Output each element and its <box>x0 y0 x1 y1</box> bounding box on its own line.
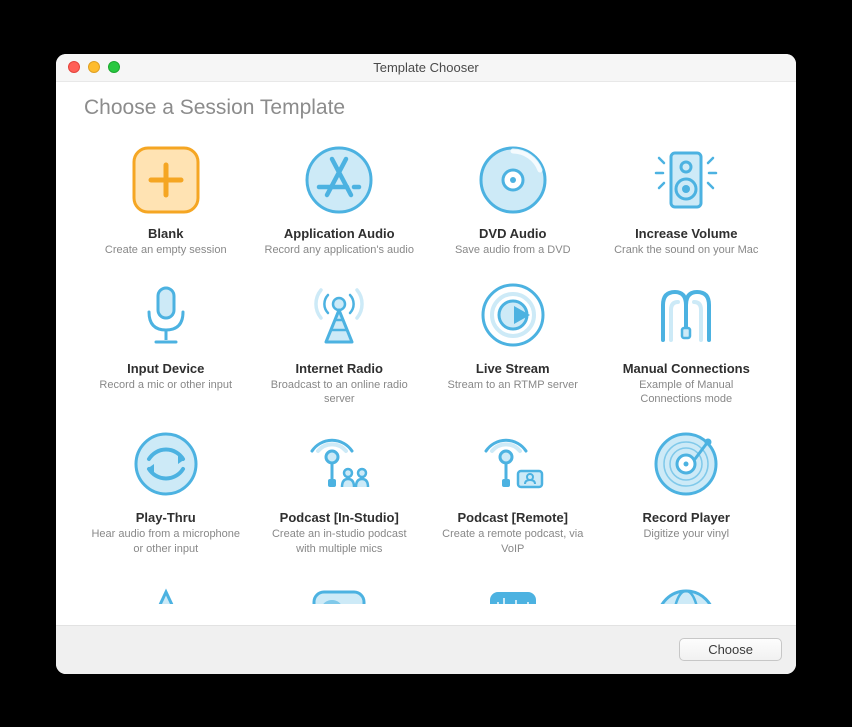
app-store-icon <box>303 144 375 216</box>
template-podcast-remote[interactable]: Podcast [Remote] Create a remote podcast… <box>431 424 595 560</box>
template-title: Application Audio <box>284 226 395 241</box>
play-thru-icon <box>130 428 202 500</box>
podcast-remote-icon <box>477 428 549 500</box>
stream-icon <box>477 279 549 351</box>
template-chooser-window: Template Chooser Choose a Session Templa… <box>56 54 796 674</box>
window-title: Template Chooser <box>56 60 796 75</box>
template-manual-connections[interactable]: Manual Connections Example of Manual Con… <box>605 275 769 411</box>
radio-tower-icon <box>303 279 375 351</box>
template-increase-volume[interactable]: Increase Volume Crank the sound on your … <box>605 140 769 261</box>
blank-icon <box>130 144 202 216</box>
podcast-studio-icon <box>303 428 375 500</box>
microphone-icon <box>130 279 202 351</box>
template-desc: Create a remote podcast, via VoIP <box>435 527 591 556</box>
template-application-audio[interactable]: Application Audio Record any application… <box>258 140 422 261</box>
template-title: Manual Connections <box>623 361 750 376</box>
choose-button[interactable]: Choose <box>679 638 782 661</box>
template-title: Play-Thru <box>136 510 196 525</box>
template-partial-3[interactable] <box>431 574 595 618</box>
titlebar: Template Chooser <box>56 54 796 82</box>
vinyl-icon <box>650 428 722 500</box>
template-desc: Create an in-studio podcast with multipl… <box>262 527 418 556</box>
speaker-icon <box>650 144 722 216</box>
template-internet-radio[interactable]: Internet Radio Broadcast to an online ra… <box>258 275 422 411</box>
globe-icon <box>650 578 722 604</box>
template-partial-2[interactable] <box>258 574 422 618</box>
template-live-stream[interactable]: Live Stream Stream to an RTMP server <box>431 275 595 411</box>
template-desc: Stream to an RTMP server <box>448 378 578 392</box>
page-title: Choose a Session Template <box>56 82 796 130</box>
template-title: Live Stream <box>476 361 550 376</box>
partial-icon <box>477 578 549 604</box>
template-input-device[interactable]: Input Device Record a mic or other input <box>84 275 248 411</box>
maximize-button[interactable] <box>108 61 120 73</box>
template-grid: Blank Create an empty session <box>84 140 768 618</box>
template-title: Record Player <box>643 510 730 525</box>
template-partial-4[interactable] <box>605 574 769 618</box>
partial-icon <box>130 578 202 604</box>
manual-icon <box>650 279 722 351</box>
template-scroll-area[interactable]: Blank Create an empty session <box>56 130 796 626</box>
template-title: Podcast [In-Studio] <box>280 510 399 525</box>
template-title: Blank <box>148 226 183 241</box>
template-desc: Crank the sound on your Mac <box>614 243 758 257</box>
template-desc: Hear audio from a microphone or other in… <box>88 527 244 556</box>
template-play-thru[interactable]: Play-Thru Hear audio from a microphone o… <box>84 424 248 560</box>
traffic-lights <box>68 61 120 73</box>
template-desc: Broadcast to an online radio server <box>262 378 418 407</box>
template-desc: Record a mic or other input <box>99 378 232 392</box>
partial-icon <box>303 578 375 604</box>
template-desc: Example of Manual Connections mode <box>609 378 765 407</box>
template-title: DVD Audio <box>479 226 546 241</box>
template-desc: Record any application's audio <box>265 243 414 257</box>
template-desc: Save audio from a DVD <box>455 243 571 257</box>
template-dvd-audio[interactable]: DVD Audio Save audio from a DVD <box>431 140 595 261</box>
template-partial-1[interactable] <box>84 574 248 618</box>
template-title: Podcast [Remote] <box>457 510 568 525</box>
template-record-player[interactable]: Record Player Digitize your vinyl <box>605 424 769 560</box>
close-button[interactable] <box>68 61 80 73</box>
template-blank[interactable]: Blank Create an empty session <box>84 140 248 261</box>
minimize-button[interactable] <box>88 61 100 73</box>
template-title: Increase Volume <box>635 226 737 241</box>
footer: Choose <box>56 626 796 674</box>
template-podcast-in-studio[interactable]: Podcast [In-Studio] Create an in-studio … <box>258 424 422 560</box>
template-desc: Create an empty session <box>105 243 227 257</box>
disc-icon <box>477 144 549 216</box>
template-title: Internet Radio <box>296 361 383 376</box>
template-desc: Digitize your vinyl <box>643 527 729 541</box>
template-title: Input Device <box>127 361 204 376</box>
